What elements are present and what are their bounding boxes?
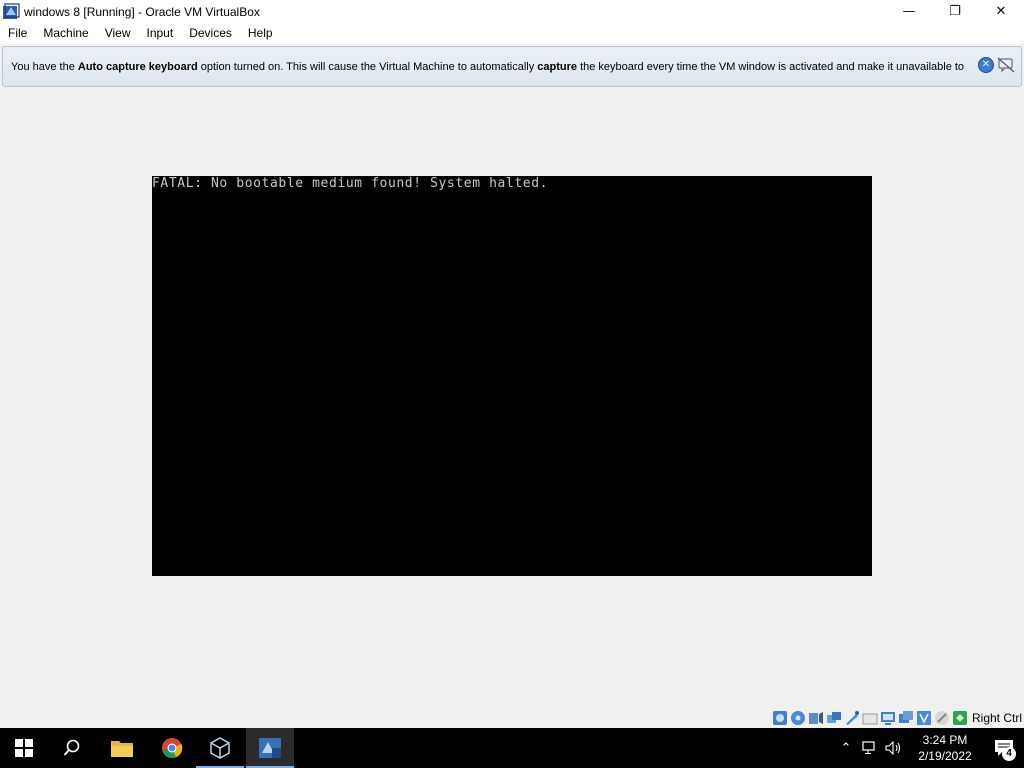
notice-bold-capture: capture [537,60,578,73]
virtualbox-icon [2,2,20,21]
boot-error-message: FATAL: No bootable medium found! System … [152,176,549,191]
auto-capture-notice: You have the Auto capture keyboard optio… [2,46,1022,87]
taskbar: ⌃ 3:24 PM 2/19/2022 4 [0,728,1024,768]
vm-status-bar: Right Ctrl [772,709,1024,727]
start-button[interactable] [0,728,48,768]
speaker-icon[interactable] [882,728,906,768]
menu-devices[interactable]: Devices [181,23,240,44]
clock-time: 3:24 PM [922,733,968,747]
notice-text-part: option turned on. This will cause the Vi… [197,60,538,73]
clock-date: 2/19/2022 [918,749,972,763]
notice-message: You have the Auto capture keyboard optio… [11,61,971,73]
menu-bar: File Machine View Input Devices Help [0,23,1024,44]
network-status-icon[interactable] [858,728,882,768]
vm-display[interactable]: FATAL: No bootable medium found! System … [152,176,872,576]
keyboard-capture-icon[interactable] [952,710,968,726]
virtualization-icon[interactable] [916,710,932,726]
close-notice-icon[interactable]: ✕ [978,57,994,73]
notice-text-part: the keyboard every time the VM window is… [577,60,965,73]
menu-file[interactable]: File [0,23,35,44]
show-hidden-icons-chevron-icon[interactable]: ⌃ [834,728,858,768]
title-bar: windows 8 [Running] - Oracle VM VirtualB… [0,0,1024,23]
usb-icon[interactable] [844,710,860,726]
search-button[interactable] [48,728,96,768]
file-explorer-button[interactable] [98,728,146,768]
menu-input[interactable]: Input [139,23,182,44]
notice-bold-auto-capture: Auto capture keyboard [77,60,198,73]
network-icon[interactable] [826,710,842,726]
taskbar-clock[interactable]: 3:24 PM 2/19/2022 [906,732,984,764]
menu-view[interactable]: View [97,23,139,44]
optical-disk-icon[interactable] [790,710,806,726]
chrome-icon [162,738,183,759]
mute-notice-icon[interactable] [997,57,1015,73]
chrome-button[interactable] [148,728,196,768]
mouse-integration-icon[interactable] [934,710,950,726]
menu-machine[interactable]: Machine [35,23,96,44]
search-icon [63,739,80,756]
window-title: windows 8 [Running] - Oracle VM VirtualB… [24,4,260,19]
host-key-label[interactable]: Right Ctrl [972,711,1022,725]
notification-count-badge: 4 [1002,747,1016,761]
minimize-button[interactable]: — [886,0,932,23]
system-tray: ⌃ 3:24 PM 2/19/2022 4 [834,728,1024,768]
video-capture-icon[interactable] [898,710,914,726]
folder-icon [111,741,133,757]
action-center-button[interactable]: 4 [984,728,1024,768]
vm-windows8-icon [259,738,281,758]
vm-window-button[interactable] [246,728,294,768]
windows-logo-icon [15,739,33,757]
menu-help[interactable]: Help [240,23,281,44]
close-button[interactable]: ✕ [978,0,1024,23]
display-icon[interactable] [880,710,896,726]
virtualbox-manager-button[interactable] [196,728,244,768]
audio-icon[interactable] [808,710,824,726]
maximize-button[interactable]: ❐ [932,0,978,23]
hard-disk-icon[interactable] [772,710,788,726]
virtualbox-cube-icon [210,737,230,759]
notice-text-part: You have the [11,60,78,73]
shared-folders-icon[interactable] [862,710,878,726]
